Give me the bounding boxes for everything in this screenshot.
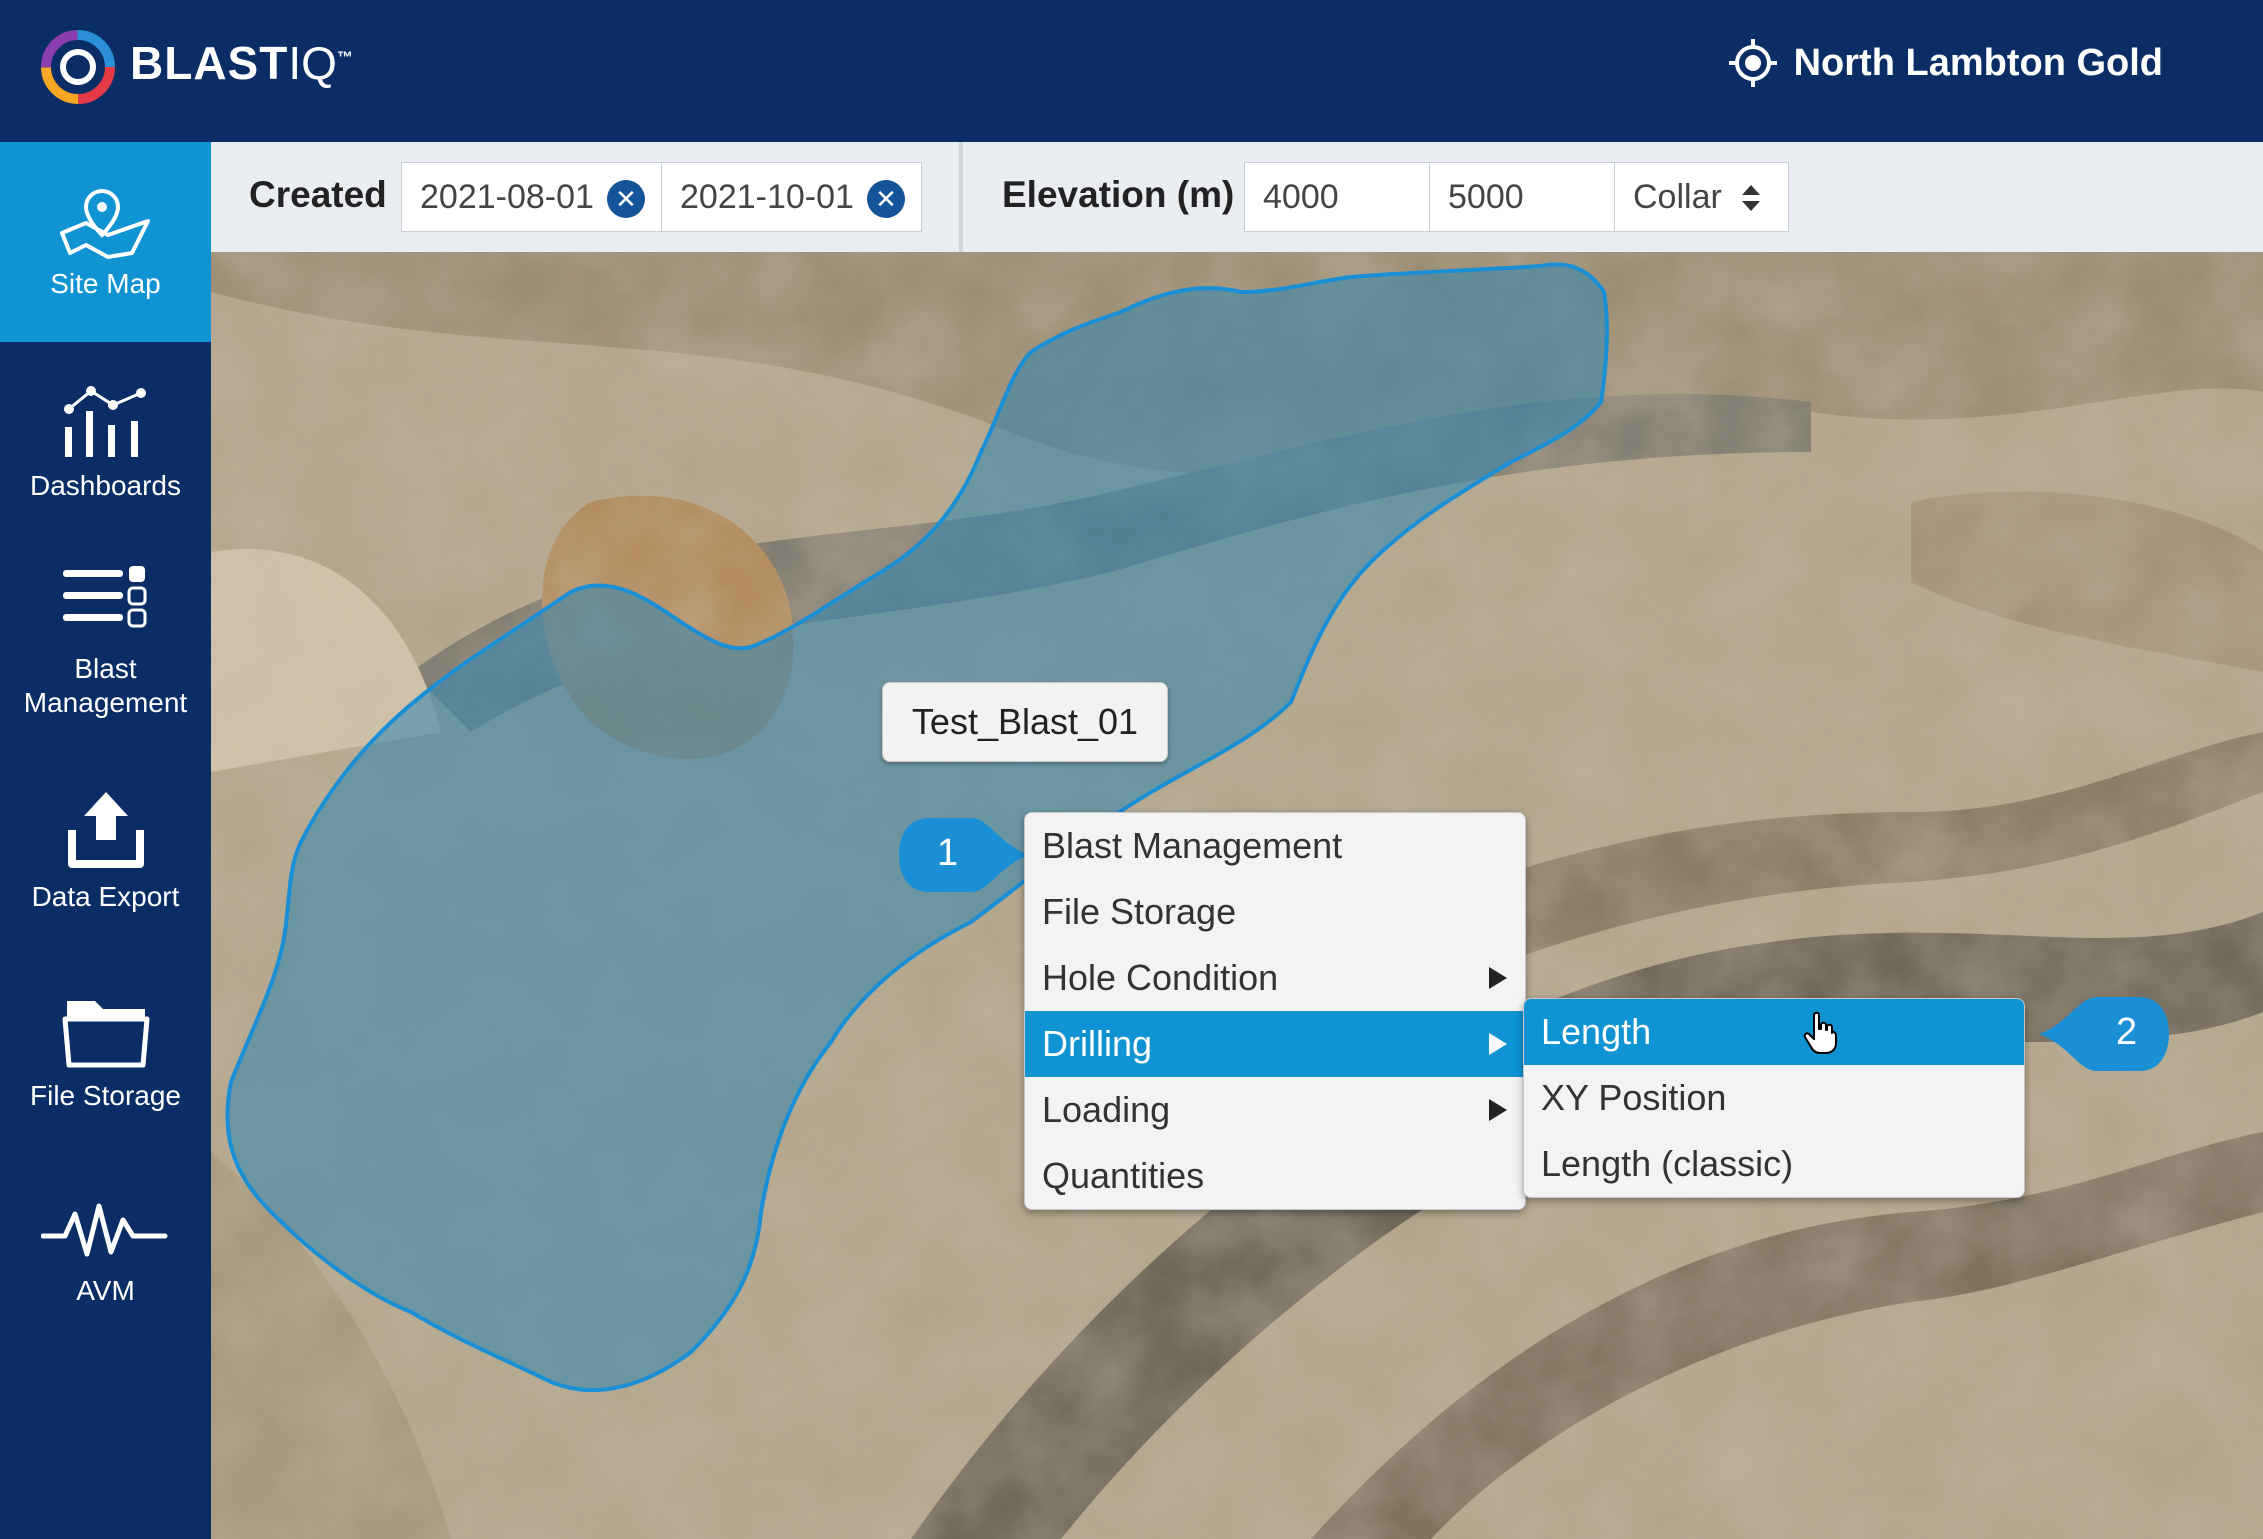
submenu-arrow-icon <box>1489 967 1507 989</box>
elevation-max-input[interactable]: 5000 <box>1429 162 1615 232</box>
menu-item-label: Blast Management <box>1042 825 1343 866</box>
submenu-item-label: Length (classic) <box>1541 1143 1794 1184</box>
submenu-arrow-icon <box>1489 1099 1507 1121</box>
elevation-label: Elevation (m) <box>1002 174 1235 215</box>
callout-number: 2 <box>2116 1011 2138 1053</box>
menu-item-hole-condition[interactable]: Hole Condition <box>1025 945 1525 1011</box>
folder-icon <box>62 1001 149 1068</box>
sidebar-item-site-map[interactable]: Site Map <box>0 142 211 342</box>
menu-item-loading[interactable]: Loading <box>1025 1077 1525 1143</box>
sidebar-item-data-export[interactable]: Data Export <box>0 772 211 932</box>
elevation-min-value: 4000 <box>1263 177 1339 216</box>
site-map[interactable]: Test_Blast_01 1 Blast Management File St… <box>211 252 2263 1539</box>
step-callout-1: 1 <box>899 818 1029 892</box>
submenu-arrow-icon <box>1489 1033 1507 1055</box>
blast-label-text: Test_Blast_01 <box>911 701 1139 742</box>
menu-item-label: Drilling <box>1042 1023 1153 1064</box>
submenu-item-length-classic[interactable]: Length (classic) <box>1524 1131 2024 1197</box>
created-to-value: 2021-10-01 <box>680 177 854 216</box>
list-settings-icon <box>62 565 146 627</box>
elevation-reference-select[interactable]: Collar <box>1614 162 1789 232</box>
created-from-field[interactable]: 2021-08-01 ✕ <box>401 162 662 232</box>
submenu-item-xy-position[interactable]: XY Position <box>1524 1065 2024 1131</box>
clear-created-from-button[interactable]: ✕ <box>607 180 645 218</box>
callout-number: 1 <box>937 832 959 874</box>
logo-word: BLAST <box>130 37 289 89</box>
app-logo-text: BLASTIQ™ <box>130 36 354 90</box>
step-callout-2: 2 <box>2039 997 2169 1071</box>
created-to-field[interactable]: 2021-10-01 ✕ <box>661 162 922 232</box>
map-pin-icon <box>59 188 150 259</box>
elevation-min-input[interactable]: 4000 <box>1244 162 1430 232</box>
menu-item-file-storage[interactable]: File Storage <box>1025 879 1525 945</box>
waveform-icon <box>40 1203 167 1257</box>
sidebar-item-avm[interactable]: AVM <box>0 1172 211 1332</box>
sidebar-item-label: AVM <box>76 1275 135 1306</box>
sort-arrows-icon <box>1742 185 1760 211</box>
bar-line-chart-icon <box>63 386 146 457</box>
sidebar-item-label: Data Export <box>31 881 180 912</box>
menu-item-label: File Storage <box>1042 891 1237 932</box>
close-icon: ✕ <box>615 183 637 214</box>
sidebar-item-file-storage[interactable]: File Storage <box>0 972 211 1132</box>
sidebar-nav: Site Map Dashboards Blast Management Dat… <box>0 142 211 1539</box>
close-icon: ✕ <box>875 183 897 214</box>
submenu-item-label: Length <box>1541 1011 1652 1052</box>
menu-item-label: Quantities <box>1042 1155 1205 1196</box>
logo-trademark: ™ <box>336 49 354 67</box>
logo-suffix: IQ <box>288 37 337 89</box>
filter-bar: Created 2021-08-01 ✕ 2021-10-01 ✕ Elevat… <box>211 142 2263 252</box>
crosshair-target-icon <box>1728 39 1777 87</box>
sidebar-item-dashboards[interactable]: Dashboards <box>0 367 211 517</box>
menu-item-quantities[interactable]: Quantities <box>1025 1143 1525 1209</box>
sidebar-item-label: File Storage <box>30 1080 181 1111</box>
created-label: Created <box>249 174 387 215</box>
menu-item-drilling[interactable]: Drilling <box>1025 1011 1525 1077</box>
menu-item-label: Hole Condition <box>1042 957 1279 998</box>
clear-created-to-button[interactable]: ✕ <box>867 180 905 218</box>
elevation-reference-value: Collar <box>1633 177 1722 216</box>
elevation-max-value: 5000 <box>1448 177 1524 216</box>
blastiq-logo-icon <box>41 30 115 104</box>
hand-cursor-icon <box>1803 1011 1837 1054</box>
sidebar-item-label: Dashboards <box>30 470 181 501</box>
submenu-item-length[interactable]: Length <box>1524 999 2024 1065</box>
filter-divider <box>959 142 963 252</box>
sidebar-item-blast-management[interactable]: Blast Management <box>0 554 211 729</box>
upload-tray-icon <box>67 792 144 868</box>
menu-item-label: Loading <box>1042 1089 1171 1130</box>
created-from-value: 2021-08-01 <box>420 177 594 216</box>
blast-label-tooltip: Test_Blast_01 <box>882 682 1168 762</box>
menu-item-blast-management[interactable]: Blast Management <box>1025 813 1525 879</box>
callout-badge-icon <box>899 818 1029 892</box>
sidebar-item-label: Blast Management <box>23 652 188 718</box>
site-selector[interactable]: North Lambton Gold <box>1728 38 2163 88</box>
site-name: North Lambton Gold <box>1793 41 2163 84</box>
drilling-submenu: Length XY Position Length (classic) <box>1523 998 2025 1198</box>
callout-badge-icon <box>2039 997 2169 1071</box>
context-menu: Blast Management File Storage Hole Condi… <box>1024 812 1526 1210</box>
sidebar-item-label: Site Map <box>50 268 161 299</box>
top-bar: BLASTIQ™ North Lambton Gold <box>0 0 2263 142</box>
submenu-item-label: XY Position <box>1541 1077 1727 1118</box>
